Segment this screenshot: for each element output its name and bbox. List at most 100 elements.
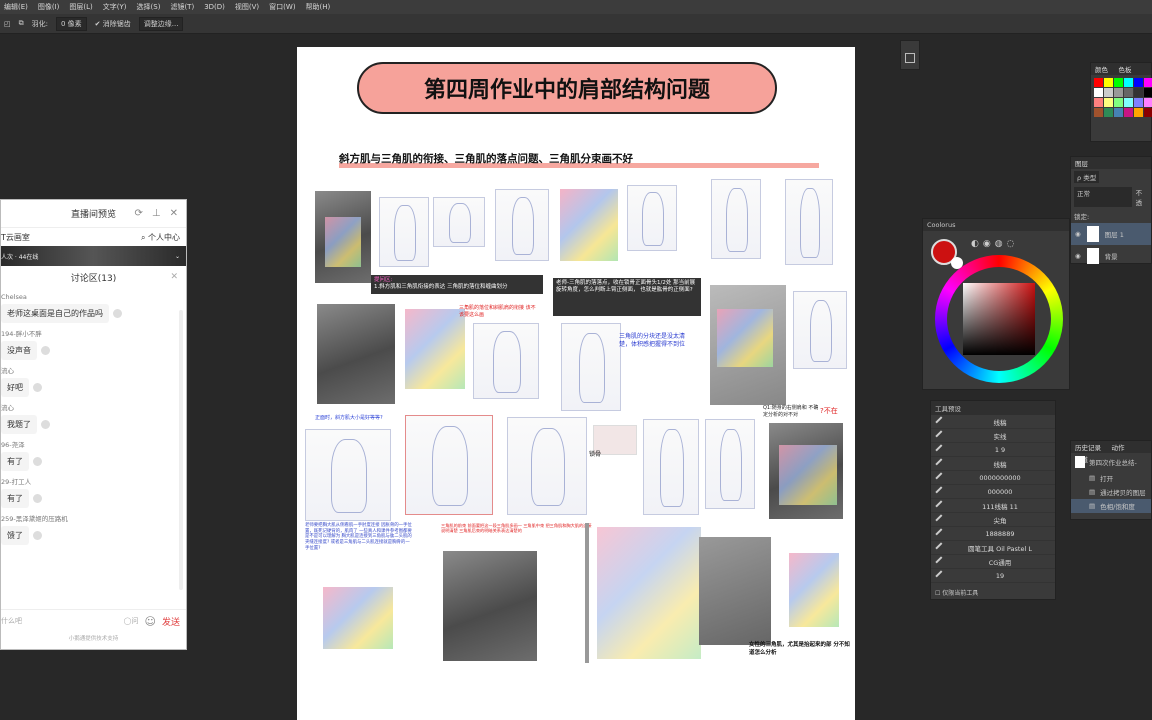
tab-color[interactable]: 颜色 (1091, 63, 1112, 75)
layer-row-1[interactable]: ◉ 图层 1 (1071, 223, 1151, 245)
chevron-down-icon[interactable]: ⌄ (175, 253, 180, 260)
history-item[interactable]: ▤ 色相/饱和度 (1071, 499, 1151, 513)
reaction-icon[interactable] (33, 457, 42, 466)
eye-icon[interactable]: ◉ (1075, 230, 1081, 238)
menu-item[interactable]: 图层(L) (69, 2, 92, 12)
collapsed-panel-dock[interactable] (900, 40, 920, 70)
eye-icon[interactable]: ◉ (1075, 252, 1081, 260)
preset-item[interactable]: 线稿 (931, 457, 1055, 471)
color-swatch[interactable] (1124, 88, 1133, 97)
message-list[interactable]: Chelsea 老师这桌面是自己的作品吗 194-胖小不胖 没声音 流心 好吧 流心 我题了 9… (1, 288, 186, 593)
new-selection-icon[interactable]: ⧉ (19, 19, 24, 28)
menu-item[interactable]: 文字(Y) (103, 2, 127, 12)
hue-wheel[interactable] (935, 255, 1063, 383)
refresh-icon[interactable]: ⟳ (135, 208, 143, 219)
preset-item[interactable]: 0000000000 (931, 471, 1055, 485)
reaction-icon[interactable] (33, 494, 42, 503)
color-swatch[interactable] (1124, 108, 1133, 117)
reaction-icon[interactable] (41, 420, 50, 429)
layer-thumbnail (1086, 248, 1099, 264)
layer-row-2[interactable]: ◉ 背景 (1071, 245, 1151, 267)
preset-item[interactable]: 000000 (931, 485, 1055, 499)
reaction-icon[interactable] (113, 309, 122, 318)
color-swatch[interactable] (1124, 78, 1133, 87)
preset-item[interactable]: 圆笔工具 Oil Pastel L (931, 541, 1055, 555)
preset-item[interactable]: 尖角 (931, 513, 1055, 527)
color-swatch[interactable] (1094, 98, 1103, 107)
color-swatch[interactable] (1144, 108, 1152, 117)
color-swatch[interactable] (1134, 78, 1143, 87)
kind-select[interactable]: ρ 类型 (1074, 171, 1100, 183)
preset-item[interactable]: 19 (931, 569, 1055, 583)
preset-list[interactable]: 线稿 实线 1 9 线稿 0000000000 000000 111线稿 11 尖角 18888… (931, 415, 1055, 583)
reaction-icon[interactable] (41, 346, 50, 355)
menu-item[interactable]: 图像(I) (38, 2, 60, 12)
menu-item[interactable]: 视图(V) (235, 2, 259, 12)
preset-item[interactable]: 1 9 (931, 443, 1055, 457)
preset-item[interactable]: CG通用 (931, 555, 1055, 569)
refine-edge-button[interactable]: 调整边缘... (138, 16, 184, 31)
panel-icon[interactable] (905, 53, 915, 63)
personal-center-link[interactable]: ⌕ 个人中心 (141, 232, 180, 243)
color-swatch[interactable] (1094, 108, 1103, 117)
blend-mode-select[interactable]: 正常 (1074, 187, 1132, 207)
menu-item[interactable]: 帮助(H) (306, 2, 331, 12)
document-canvas[interactable]: 第四周作业中的肩部结构问题 斜方肌与三角肌的衔接、三角肌的落点问题、三角肌分束画… (297, 47, 855, 720)
color-swatch[interactable] (1124, 98, 1133, 107)
color-swatch[interactable] (1104, 108, 1113, 117)
color-swatch[interactable] (1104, 88, 1113, 97)
color-swatch[interactable] (1094, 88, 1103, 97)
color-swatch[interactable] (1114, 98, 1123, 107)
menu-item[interactable]: 滤镜(T) (170, 2, 194, 12)
image-icon[interactable]: ◯问 (124, 616, 139, 626)
current-tool-only[interactable]: ☐ 仅限当前工具 (935, 588, 978, 597)
history-list[interactable]: ▤ 打开 ▤ 通过拷贝的图层 ▤ 色相/饱和度 (1071, 471, 1151, 513)
menu-item[interactable]: 编辑(E) (4, 2, 28, 12)
color-swatch[interactable] (1094, 78, 1103, 87)
tab-history[interactable]: 历史记录 (1071, 441, 1105, 453)
reaction-icon[interactable] (33, 531, 42, 540)
note-block-2: 三角肌的前束 前面要把这一段三角肌多画一 三角肌中束 把三角肌和胸大肌的连接说明… (441, 523, 592, 534)
chat-scrollbar[interactable] (179, 310, 183, 590)
preset-item[interactable]: 线稿 (931, 415, 1055, 429)
message-text: 馈了 (1, 526, 29, 545)
preset-item[interactable]: 111线稿 11 (931, 499, 1055, 513)
preset-item[interactable]: 实线 (931, 429, 1055, 443)
swatch-grid[interactable] (1091, 75, 1152, 120)
saturation-square[interactable] (963, 283, 1035, 355)
color-swatch[interactable] (1144, 98, 1152, 107)
color-swatch[interactable] (1144, 88, 1152, 97)
history-item[interactable]: ▤ 通过拷贝的图层 (1071, 485, 1151, 499)
color-swatch[interactable] (1134, 108, 1143, 117)
personal-label: 个人中心 (148, 232, 180, 242)
tab-actions[interactable]: 动作 (1108, 441, 1129, 453)
send-button[interactable]: 发送 (162, 615, 180, 628)
pin-icon[interactable]: ⊥ (152, 208, 161, 219)
marquee-tool-icon[interactable]: ◰ (4, 20, 11, 28)
caption-teacher: 老师-三角肌的落落点，收在锁骨正面骨头1/2处 那当前展旋转角度，怎么判断上臂正… (553, 278, 701, 316)
color-swatch[interactable] (1114, 88, 1123, 97)
color-swatch[interactable] (1114, 78, 1123, 87)
menu-item[interactable]: 3D(D) (204, 3, 225, 11)
emoji-icon[interactable]: ☺ (145, 615, 156, 628)
menu-item[interactable]: 窗口(W) (269, 2, 295, 12)
discussion-close-icon[interactable]: ✕ (170, 272, 178, 282)
color-swatch[interactable] (1134, 98, 1143, 107)
preset-item[interactable]: 1888889 (931, 527, 1055, 541)
feather-input[interactable]: 0 像素 (55, 16, 87, 31)
menu-item[interactable]: 选择(S) (137, 2, 161, 12)
color-swatch[interactable] (1144, 78, 1152, 87)
tab-layers[interactable]: 图层 (1071, 157, 1092, 169)
brush-preset-icons[interactable]: ◐◉◍◌ (971, 239, 1018, 249)
tab-swatches[interactable]: 色板 (1115, 63, 1136, 75)
history-snapshot[interactable]: 第四次作业总结- (1071, 453, 1151, 471)
color-swatch[interactable] (1114, 108, 1123, 117)
color-swatch[interactable] (1104, 78, 1113, 87)
close-icon[interactable]: ✕ (170, 208, 178, 219)
antialias-checkbox[interactable]: ✔ 消除锯齿 (95, 19, 131, 29)
color-swatch[interactable] (1134, 88, 1143, 97)
chat-input[interactable]: 什么吧 (1, 616, 118, 626)
color-swatch[interactable] (1104, 98, 1113, 107)
reaction-icon[interactable] (33, 383, 42, 392)
history-item[interactable]: ▤ 打开 (1071, 471, 1151, 485)
